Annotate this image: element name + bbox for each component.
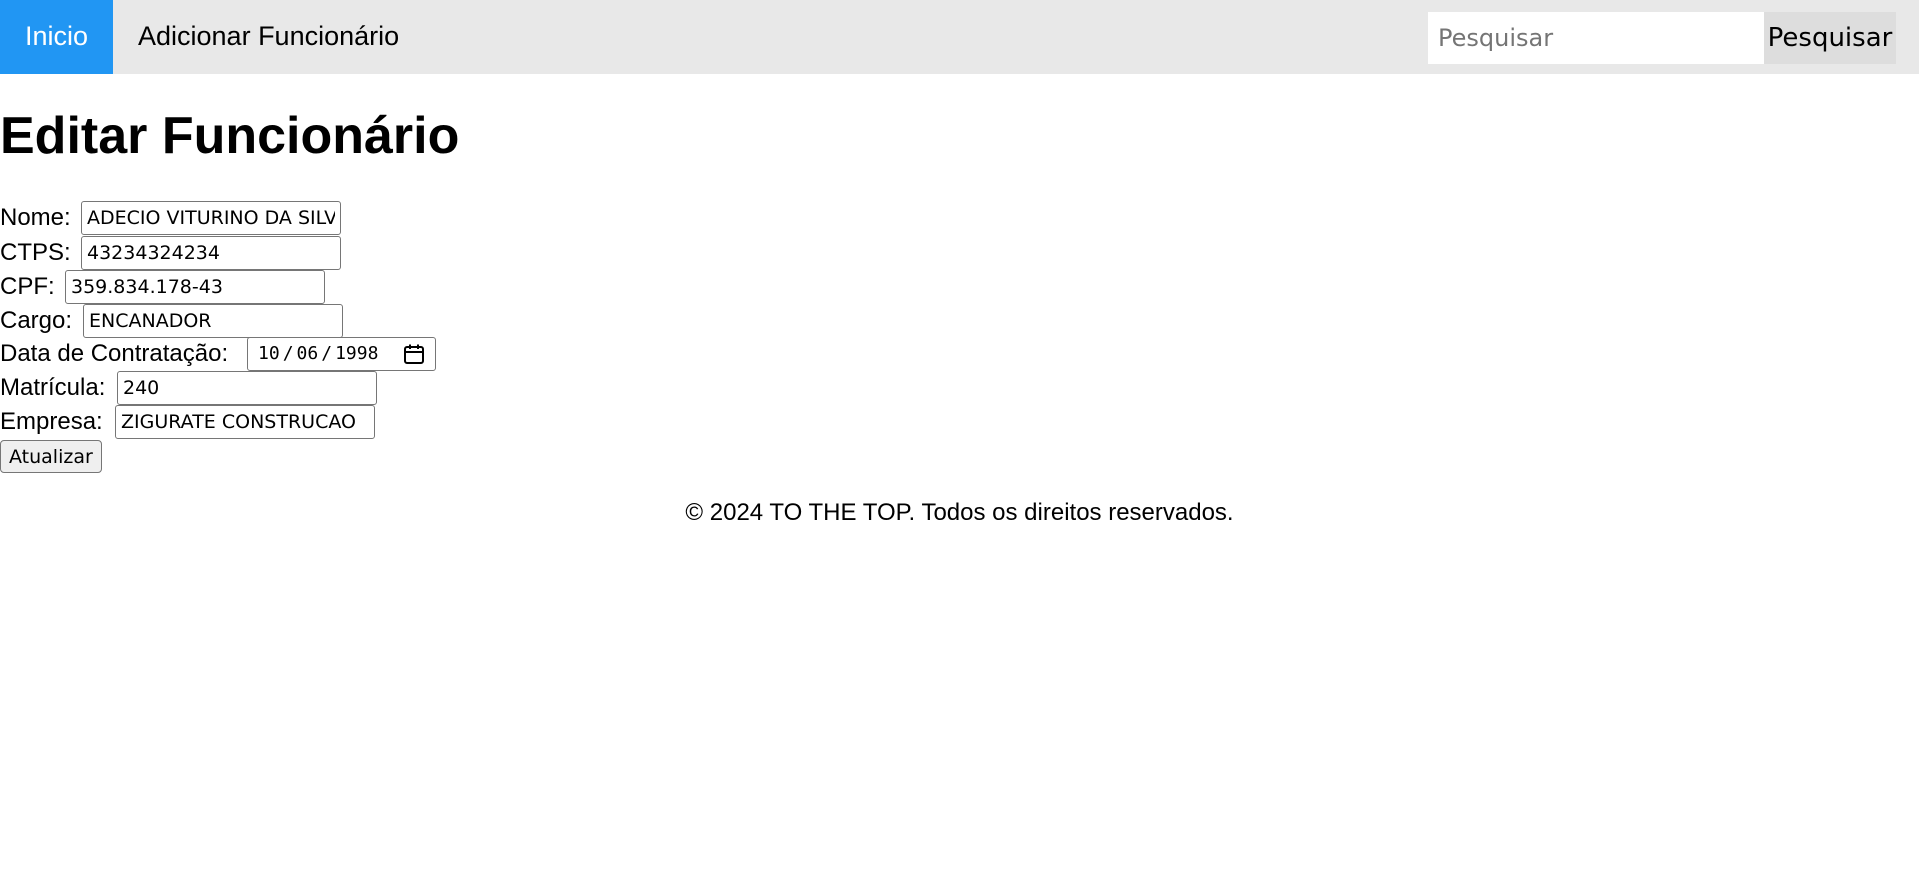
- form-row-empresa: Empresa:: [0, 405, 378, 439]
- atualizar-button[interactable]: Atualizar: [0, 440, 102, 473]
- nav-link-inicio[interactable]: Inicio: [0, 0, 113, 74]
- search-button[interactable]: Pesquisar: [1764, 12, 1896, 64]
- nome-label: Nome:: [0, 204, 71, 231]
- calendar-icon[interactable]: [403, 343, 425, 365]
- ctps-label: CTPS:: [0, 239, 71, 266]
- search-input[interactable]: [1428, 12, 1764, 64]
- date-separator: /: [282, 343, 294, 364]
- ctps-input[interactable]: [81, 236, 341, 270]
- cpf-label: CPF:: [0, 273, 55, 300]
- nav-link-adicionar-funcionario[interactable]: Adicionar Funcionário: [138, 0, 399, 74]
- data-contratacao-label: Data de Contratação:: [0, 340, 229, 367]
- form-row-nome: Nome:: [0, 201, 345, 235]
- form-row-data-contratacao: Data de Contratação: 10/06/1998: [0, 337, 440, 371]
- form-row-cargo: Cargo:: [0, 304, 345, 338]
- nome-input[interactable]: [81, 201, 341, 235]
- form-row-cpf: CPF:: [0, 270, 330, 304]
- empresa-input[interactable]: [115, 405, 375, 439]
- matricula-label: Matrícula:: [0, 374, 106, 401]
- date-year[interactable]: 1998: [335, 338, 378, 370]
- form-row-matricula: Matrícula:: [0, 371, 380, 405]
- footer-copyright: © 2024 TO THE TOP. Todos os direitos res…: [685, 499, 1234, 526]
- date-day[interactable]: 10: [258, 338, 280, 370]
- date-month[interactable]: 06: [297, 338, 319, 370]
- form-row-ctps: CTPS:: [0, 236, 345, 270]
- page-title: Editar Funcionário: [0, 107, 460, 165]
- date-separator: /: [321, 343, 333, 364]
- cargo-input[interactable]: [83, 304, 343, 338]
- cargo-label: Cargo:: [0, 307, 73, 334]
- data-contratacao-input[interactable]: 10/06/1998: [247, 337, 436, 371]
- cpf-input[interactable]: [65, 270, 325, 304]
- matricula-input[interactable]: [117, 371, 377, 405]
- top-navbar: Inicio Adicionar Funcionário Pesquisar: [0, 0, 1919, 74]
- empresa-label: Empresa:: [0, 408, 103, 435]
